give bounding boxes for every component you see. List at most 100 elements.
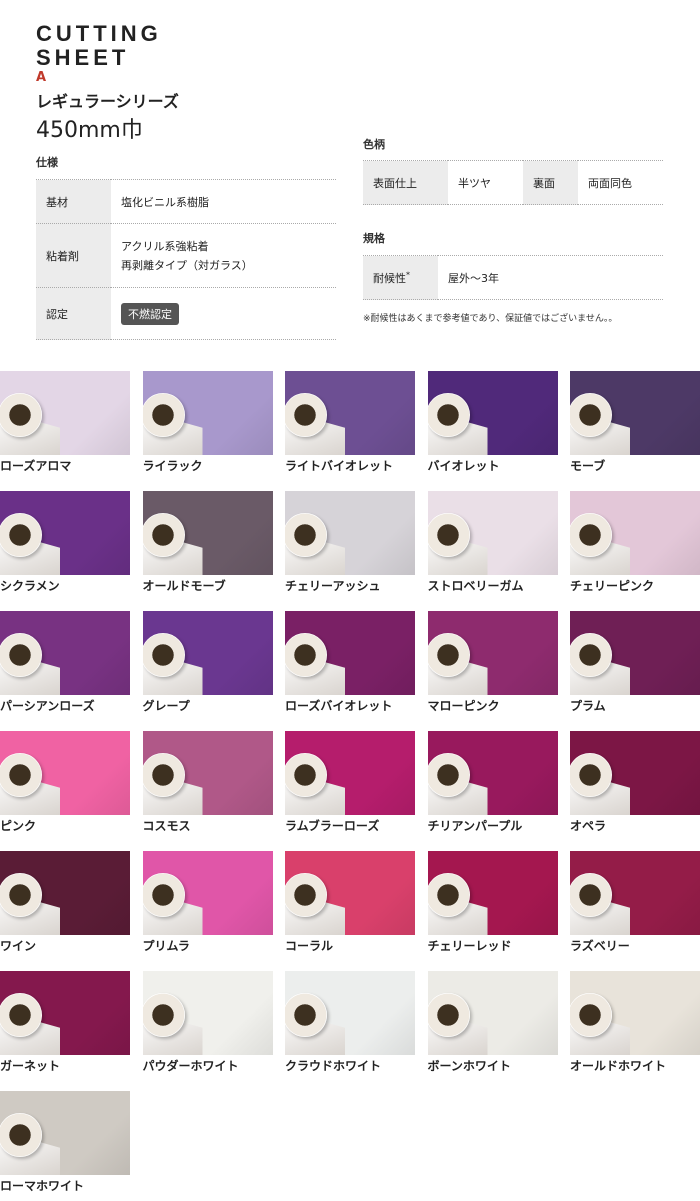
swatch-item[interactable]: ローズアロマ bbox=[0, 371, 130, 481]
swatch-item[interactable]: ライラック bbox=[142, 371, 273, 481]
roll-core-icon bbox=[570, 753, 612, 797]
swatch-image bbox=[570, 491, 700, 575]
roll-core-icon bbox=[142, 513, 185, 557]
swatch-item[interactable]: ラズベリー bbox=[570, 851, 700, 961]
logo-line1: CUTTING bbox=[36, 21, 162, 46]
swatch-item[interactable]: コスモス bbox=[142, 731, 273, 841]
color-table: 表面仕上 半ツヤ 裏面 両面同色 bbox=[363, 160, 663, 205]
swatch-item[interactable]: ラムブラーローズ bbox=[285, 731, 415, 841]
swatch-image bbox=[570, 371, 700, 455]
swatch-label: ライトバイオレット bbox=[285, 459, 394, 473]
logo-mark: A bbox=[36, 70, 47, 85]
durability-value: 屋外～3年 bbox=[438, 255, 663, 300]
swatch-item[interactable]: チェリーピンク bbox=[570, 491, 700, 601]
swatch-image bbox=[427, 371, 558, 455]
swatch-image bbox=[142, 851, 273, 935]
back-key: 裏面 bbox=[523, 160, 578, 205]
swatch-item[interactable]: シクラメン bbox=[0, 491, 130, 601]
swatch-item[interactable]: バイオレット bbox=[427, 371, 558, 481]
swatch-item[interactable]: ワイン bbox=[0, 851, 130, 961]
spec-table: 基材 塩化ビニル系樹脂 粘着剤 アクリル系強粘着 再剥離タイプ（対ガラス） 認定… bbox=[36, 179, 336, 340]
swatch-item[interactable]: オールドホワイト bbox=[570, 971, 700, 1081]
back-value: 両面同色 bbox=[578, 160, 663, 205]
roll-core-icon bbox=[0, 873, 42, 917]
swatch-image bbox=[570, 611, 700, 695]
swatch-image bbox=[285, 851, 415, 935]
roll-core-icon bbox=[427, 633, 470, 677]
swatch-item[interactable]: パーシアンローズ bbox=[0, 611, 130, 721]
swatch-item[interactable]: チェリーレッド bbox=[427, 851, 558, 961]
swatch-item[interactable]: オペラ bbox=[570, 731, 700, 841]
roll-core-icon bbox=[570, 873, 612, 917]
swatch-label: バイオレット bbox=[427, 459, 500, 473]
roll-core-icon bbox=[570, 513, 612, 557]
swatch-label: コーラル bbox=[285, 939, 334, 953]
swatch-item[interactable]: チェリーアッシュ bbox=[285, 491, 415, 601]
roll-core-icon bbox=[427, 993, 470, 1037]
swatch-item[interactable]: グレープ bbox=[142, 611, 273, 721]
surface-key: 表面仕上 bbox=[363, 160, 448, 205]
swatch-item[interactable]: オールドモーブ bbox=[142, 491, 273, 601]
swatch-image bbox=[285, 491, 415, 575]
roll-core-icon bbox=[142, 633, 185, 677]
swatch-item[interactable]: プリムラ bbox=[142, 851, 273, 961]
swatch-label: オールドホワイト bbox=[570, 1059, 667, 1073]
swatch-image bbox=[285, 731, 415, 815]
color-title: 色柄 bbox=[363, 138, 385, 151]
swatch-image bbox=[285, 371, 415, 455]
roll-core-icon bbox=[285, 753, 327, 797]
swatch-label: チェリーアッシュ bbox=[285, 579, 381, 593]
swatch-item[interactable]: ストロベリーガム bbox=[427, 491, 558, 601]
roll-core-icon bbox=[285, 393, 327, 437]
roll-core-icon bbox=[142, 873, 185, 917]
swatch-item[interactable]: ボーンホワイト bbox=[427, 971, 558, 1081]
width-title: 450mm巾 bbox=[36, 118, 143, 143]
standard-title: 規格 bbox=[363, 232, 385, 245]
swatch-image bbox=[570, 731, 700, 815]
swatch-image bbox=[0, 491, 130, 575]
standard-table: 耐候性* 屋外～3年 bbox=[363, 255, 663, 300]
spec-value: アクリル系強粘着 bbox=[121, 239, 209, 253]
surface-value: 半ツヤ bbox=[448, 160, 523, 205]
swatch-item[interactable]: ピンク bbox=[0, 731, 130, 841]
swatch-label: チェリーレッド bbox=[427, 939, 512, 953]
roll-core-icon bbox=[0, 513, 42, 557]
roll-core-icon bbox=[285, 633, 327, 677]
swatch-label: プリムラ bbox=[142, 939, 190, 953]
swatch-label: モーブ bbox=[570, 459, 606, 473]
spec-key: 基材 bbox=[36, 179, 111, 224]
swatch-item[interactable]: コーラル bbox=[285, 851, 415, 961]
swatch-item[interactable]: ローマホワイト bbox=[0, 1091, 130, 1201]
swatch-label: シクラメン bbox=[0, 579, 60, 593]
roll-core-icon bbox=[427, 393, 470, 437]
roll-core-icon bbox=[0, 1113, 42, 1157]
roll-core-icon bbox=[142, 993, 185, 1037]
swatch-item[interactable]: マローピンク bbox=[427, 611, 558, 721]
logo-line2: SHEET bbox=[36, 45, 130, 70]
roll-core-icon bbox=[285, 513, 327, 557]
roll-core-icon bbox=[570, 393, 612, 437]
swatch-item[interactable]: パウダーホワイト bbox=[142, 971, 273, 1081]
swatch-item[interactable]: チリアンパープル bbox=[427, 731, 558, 841]
durability-key: 耐候性 bbox=[373, 271, 406, 285]
swatch-label: グレープ bbox=[142, 699, 190, 713]
swatch-item[interactable]: ローズバイオレット bbox=[285, 611, 415, 721]
swatch-image bbox=[427, 491, 558, 575]
roll-core-icon bbox=[427, 873, 470, 917]
swatch-label: オールドモーブ bbox=[142, 579, 226, 593]
swatch-item[interactable]: クラウドホワイト bbox=[285, 971, 415, 1081]
durability-key-mark: * bbox=[406, 269, 410, 279]
swatch-image bbox=[0, 1091, 130, 1175]
swatch-image bbox=[142, 731, 273, 815]
swatch-image bbox=[285, 611, 415, 695]
swatch-item[interactable]: ライトバイオレット bbox=[285, 371, 415, 481]
roll-core-icon bbox=[0, 993, 42, 1037]
swatch-image bbox=[570, 851, 700, 935]
swatch-image bbox=[427, 971, 558, 1055]
swatch-image bbox=[0, 851, 130, 935]
swatch-item[interactable]: プラム bbox=[570, 611, 700, 721]
swatch-item[interactable]: ガーネット bbox=[0, 971, 130, 1081]
roll-core-icon bbox=[0, 393, 42, 437]
swatch-label: パウダーホワイト bbox=[142, 1059, 239, 1073]
swatch-item[interactable]: モーブ bbox=[570, 371, 700, 481]
